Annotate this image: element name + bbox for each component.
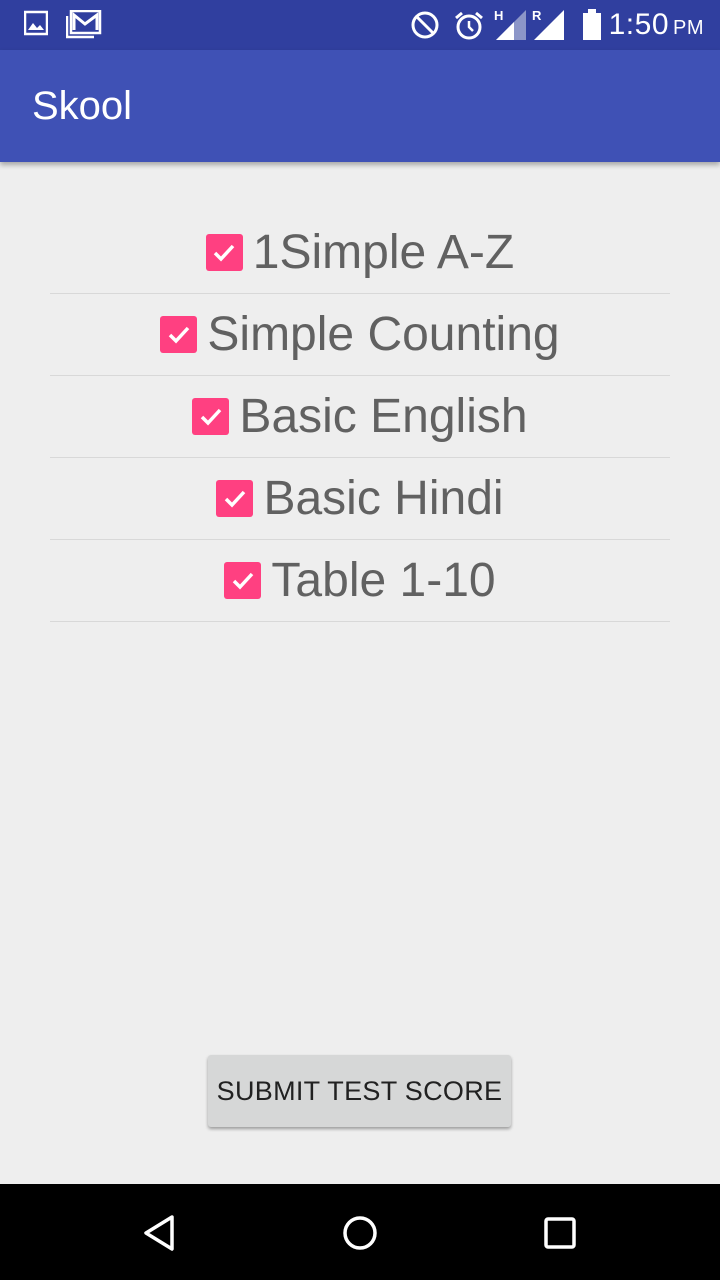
checklist-item[interactable]: Table 1-10 — [50, 540, 670, 622]
alarm-icon — [453, 10, 485, 47]
submit-test-score-button[interactable]: SUBMIT TEST SCORE — [208, 1055, 511, 1127]
checkbox-checked[interactable] — [205, 234, 243, 271]
status-bar: H R 1:50 PM — [0, 0, 720, 50]
checkbox-checked[interactable] — [160, 316, 198, 353]
checklist-item-label: Simple Counting — [207, 307, 560, 361]
checklist-item-label: Table 1-10 — [271, 553, 496, 607]
signal-r-icon: R — [532, 8, 568, 47]
checkmark-icon — [232, 572, 254, 590]
time-ampm: PM — [673, 17, 704, 39]
checkbox-checked[interactable] — [192, 398, 230, 435]
checklist-item-label: Basic English — [239, 389, 528, 443]
checkmark-icon — [200, 408, 222, 426]
checklist-item[interactable]: Simple Counting — [50, 294, 670, 376]
subject-checklist: 1Simple A-Z Simple Counting Basic Englis… — [50, 212, 670, 622]
status-time: 1:50 PM — [609, 8, 704, 42]
svg-text:R: R — [532, 8, 542, 23]
app-bar: Skool — [0, 50, 720, 162]
battery-icon — [582, 9, 602, 46]
recents-icon[interactable] — [535, 1208, 585, 1258]
time-text: 1:50 — [608, 8, 669, 41]
checkmark-icon — [214, 244, 235, 262]
svg-text:H: H — [494, 8, 503, 23]
checklist-item-label: 1Simple A-Z — [252, 225, 515, 279]
checklist-item-label: Basic Hindi — [263, 471, 504, 525]
signal-h-icon: H — [494, 8, 530, 47]
checkmark-icon — [224, 490, 246, 508]
back-icon[interactable] — [135, 1208, 185, 1258]
checkbox-checked[interactable] — [224, 562, 262, 599]
do-not-disturb-icon — [410, 10, 440, 45]
checkbox-checked[interactable] — [216, 480, 254, 517]
checklist-item[interactable]: Basic English — [50, 376, 670, 458]
checklist-item[interactable]: Basic Hindi — [50, 458, 670, 540]
checkmark-icon — [168, 326, 190, 344]
home-icon[interactable] — [335, 1208, 385, 1258]
navigation-bar — [0, 1184, 720, 1280]
app-title: Skool — [32, 84, 133, 128]
checklist-item[interactable]: 1Simple A-Z — [50, 212, 670, 294]
gmail-icon — [65, 9, 102, 45]
image-notification-icon — [23, 10, 49, 41]
